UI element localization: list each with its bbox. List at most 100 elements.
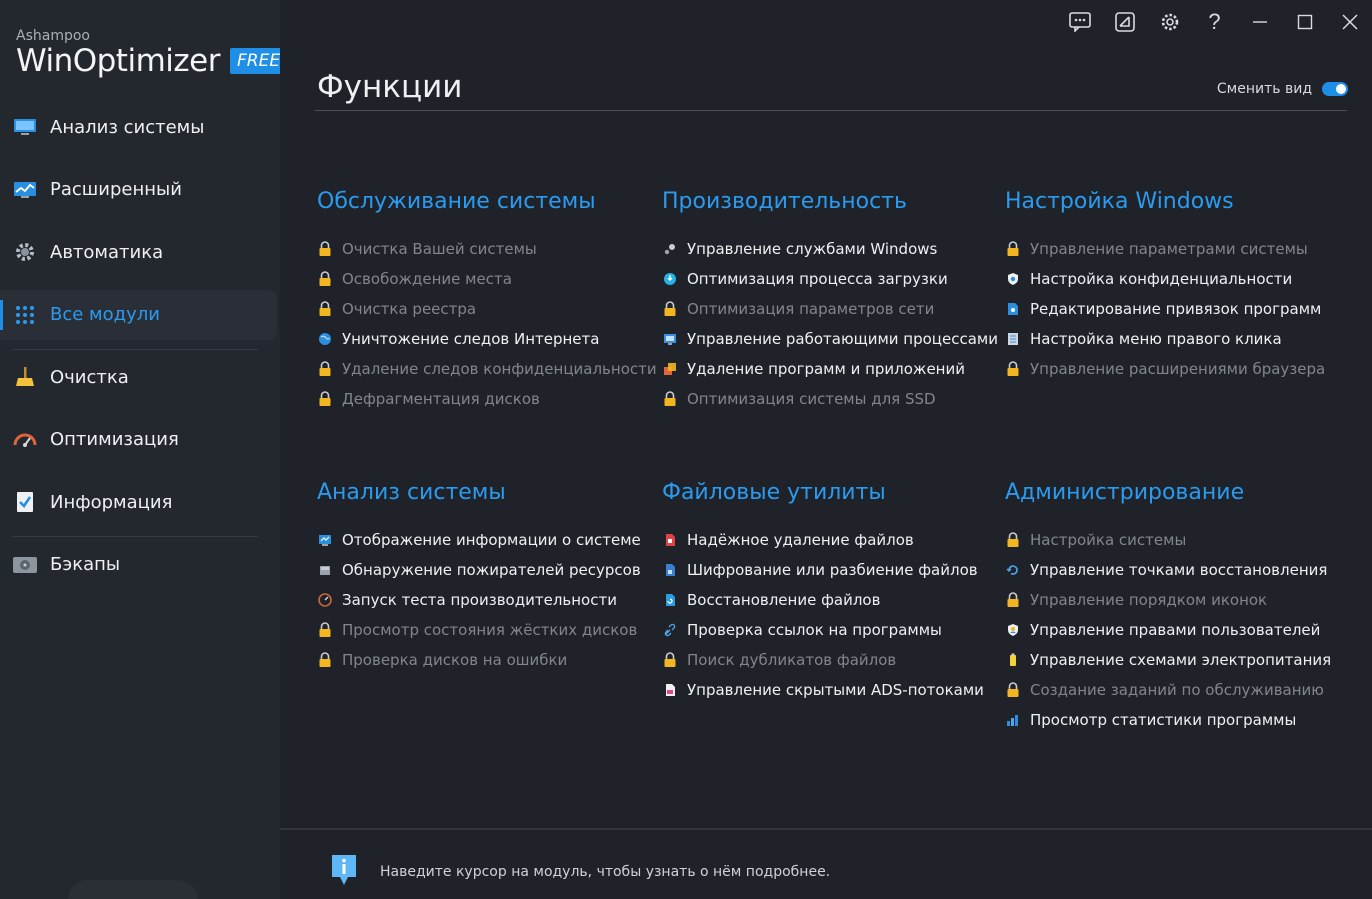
hint-bar: Наведите курсор на модуль, чтобы узнать … [330,853,830,891]
module-item[interactable]: Управление правами пользователей [1005,615,1345,645]
section-title: Производительность [662,189,907,214]
sidebar-divider [12,349,258,350]
sidebar-item-label: Оптимизация [50,429,179,450]
help-icon[interactable]: ? [1192,2,1237,42]
module-item[interactable]: Управление службами Windows [662,234,1002,264]
sidebar-item-backups[interactable]: Бэкапы [0,540,280,590]
module-label: Восстановление файлов [687,591,881,609]
module-label: Управление правами пользователей [1030,621,1321,639]
module-item[interactable]: Настройка конфиденциальности [1005,264,1345,294]
module-item[interactable]: Проверка ссылок на программы [662,615,1002,645]
context-menu-icon [1005,331,1021,347]
power-icon [1005,652,1021,668]
sidebar-item-label: Анализ системы [50,116,205,138]
module-item[interactable]: Надёжное удаление файлов [662,525,1002,555]
module-item[interactable]: Создание заданий по обслуживанию [1005,675,1345,705]
module-label: Поиск дубликатов файлов [687,651,897,669]
module-item[interactable]: Управление работающими процессами [662,324,1002,354]
section-title: Администрирование [1005,480,1245,505]
module-label: Дефрагментация дисков [342,390,540,408]
module-label: Управление порядком иконок [1030,591,1268,609]
lock-icon [1005,241,1021,257]
sidebar-item-all-modules[interactable]: Все модули [0,289,277,340]
module-label: Очистка реестра [342,300,477,318]
lock-icon [317,652,333,668]
lock-icon [317,301,333,317]
gear-icon [12,241,38,263]
file-wiper-icon [662,532,678,548]
module-item[interactable]: Оптимизация системы для SSD [662,384,1002,414]
module-item[interactable]: Очистка Вашей системы [317,234,657,264]
module-section: Файловые утилиты Надёжное удаление файлов… [662,479,1002,705]
view-toggle-label: Сменить вид [1216,81,1312,97]
module-label: Просмотр статистики программы [1030,711,1297,729]
user-rights-icon [1005,622,1021,638]
module-item[interactable]: Настройка системы [1005,525,1345,555]
sidebar-item-label: Бэкапы [50,554,121,575]
module-item[interactable]: Просмотр статистики программы [1005,705,1345,735]
module-label: Проверка ссылок на программы [687,621,942,639]
view-toggle[interactable]: Сменить вид [1217,81,1348,97]
feedback-icon[interactable] [1057,2,1102,42]
module-label: Удаление программ и приложений [687,360,965,378]
sidebar-item-cleaning[interactable]: Очистка [0,352,280,402]
link-icon [662,622,678,638]
module-item[interactable]: Очистка реестра [317,294,657,324]
monitor-icon [12,116,38,138]
module-item[interactable]: Оптимизация процесса загрузки [662,264,1002,294]
module-item[interactable]: Проверка дисков на ошибки [317,645,657,675]
module-item[interactable]: Дефрагментация дисков [317,384,657,414]
module-section: Производительность Управление службами Wi… [662,188,1002,414]
module-item[interactable]: Обнаружение пожирателей ресурсов [317,555,657,585]
settings-icon[interactable] [1147,2,1192,42]
module-label: Оптимизация параметров сети [687,300,935,318]
sidebar-item-automatic[interactable]: Автоматика [0,227,280,277]
file-encrypt-icon [662,562,678,578]
module-item[interactable]: Отображение информации о системе [317,525,657,555]
module-item[interactable]: Управление точками восстановления [1005,555,1345,585]
module-label: Настройка конфиденциальности [1030,270,1293,288]
module-item[interactable]: Удаление программ и приложений [662,354,1002,384]
module-item[interactable]: Уничтожение следов Интернета [317,324,657,354]
benchmark-icon [317,592,333,608]
module-item[interactable]: Управление расширениями браузера [1005,354,1345,384]
sidebar-footer-panel [68,880,198,899]
module-item[interactable]: Запуск теста производительности [317,585,657,615]
main-content: Функции Сменить вид Обслуживание системы… [280,45,1372,899]
module-item[interactable]: Управление скрытыми ADS-потоками [662,675,1002,705]
module-item[interactable]: Редактирование привязок программ [1005,294,1345,324]
speedometer-icon [12,429,38,451]
sidebar-item-information[interactable]: Информация [0,477,280,527]
module-label: Обнаружение пожирателей ресурсов [342,561,641,579]
module-item[interactable]: Управление порядком иконок [1005,585,1345,615]
shield-icon [1005,271,1021,287]
module-item[interactable]: Восстановление файлов [662,585,1002,615]
minimize-icon[interactable] [1237,2,1282,42]
module-item[interactable]: Просмотр состояния жёстких дисков [317,615,657,645]
sidebar-item-advanced[interactable]: Расширенный [0,165,280,215]
skin-icon[interactable] [1102,2,1147,42]
module-item[interactable]: Освобождение места [317,264,657,294]
module-item[interactable]: Поиск дубликатов файлов [662,645,1002,675]
process-icon [662,331,678,347]
lock-icon [662,391,678,407]
module-label: Управление работающими процессами [687,330,998,348]
module-item[interactable]: Управление схемами электропитания [1005,645,1345,675]
module-item[interactable]: Удаление следов конфиденциальности [317,354,657,384]
maximize-icon[interactable] [1282,2,1327,42]
close-icon[interactable] [1327,2,1372,42]
globe-icon [317,331,333,347]
lock-icon [1005,361,1021,377]
module-label: Освобождение места [342,270,512,288]
module-label: Управление службами Windows [687,240,938,258]
sidebar-item-optimization[interactable]: Оптимизация [0,415,280,465]
module-item[interactable]: Управление параметрами системы [1005,234,1345,264]
module-label: Редактирование привязок программ [1030,300,1322,318]
module-item[interactable]: Оптимизация параметров сети [662,294,1002,324]
view-switch[interactable] [1322,82,1348,96]
module-item[interactable]: Настройка меню правого клика [1005,324,1345,354]
disk-icon [12,554,38,576]
module-item[interactable]: Шифрование или разбиение файлов [662,555,1002,585]
sidebar-item-system-analysis[interactable]: Анализ системы [0,102,280,152]
module-label: Запуск теста производительности [342,591,617,609]
